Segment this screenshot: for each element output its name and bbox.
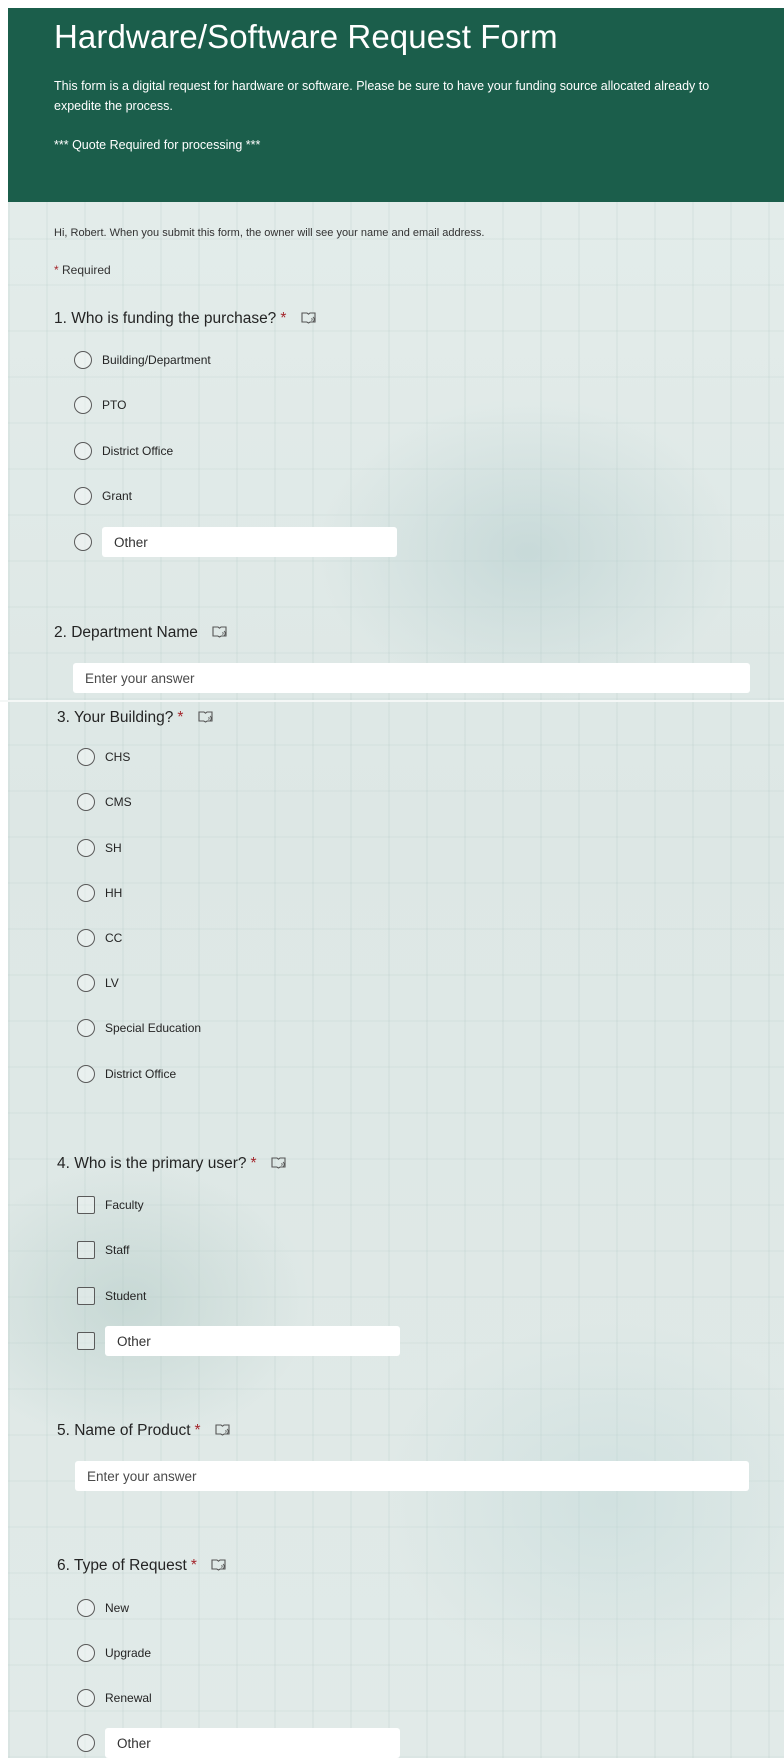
option-label: Building/Department bbox=[102, 353, 211, 367]
radio-button[interactable] bbox=[77, 839, 95, 857]
radio-button[interactable] bbox=[74, 487, 92, 505]
option-label: SH bbox=[105, 841, 122, 855]
question-5-label: 5. Name of Product bbox=[57, 1422, 191, 1439]
radio-button[interactable] bbox=[77, 929, 95, 947]
option-staff[interactable]: Staff bbox=[77, 1239, 129, 1261]
radio-button[interactable] bbox=[74, 351, 92, 369]
option-label: Grant bbox=[102, 489, 133, 503]
immersive-reader-icon[interactable] bbox=[211, 1558, 226, 1571]
radio-button[interactable] bbox=[77, 748, 95, 766]
option-special-education[interactable]: Special Education bbox=[77, 1017, 201, 1039]
required-star: * bbox=[194, 1422, 201, 1439]
checkbox[interactable] bbox=[77, 1287, 95, 1305]
form-header: Hardware/Software Request Form This form… bbox=[8, 8, 784, 202]
option-label: CHS bbox=[105, 750, 131, 764]
option-other[interactable]: Other bbox=[74, 527, 397, 557]
required-star: * bbox=[280, 310, 287, 327]
form-background bbox=[8, 202, 784, 1758]
option-student[interactable]: Student bbox=[77, 1285, 146, 1307]
required-star: * bbox=[177, 709, 184, 726]
radio-button[interactable] bbox=[74, 533, 92, 551]
option-lv[interactable]: LV bbox=[77, 972, 119, 994]
immersive-reader-icon[interactable] bbox=[301, 311, 316, 324]
option-district-office[interactable]: District Office bbox=[77, 1063, 176, 1085]
quote-note: *** Quote Required for processing *** bbox=[54, 138, 261, 152]
required-star: * bbox=[250, 1155, 257, 1172]
option-label: District Office bbox=[105, 1067, 177, 1081]
option-label: Staff bbox=[105, 1243, 130, 1257]
identity-notice: Hi, Robert. When you submit this form, t… bbox=[54, 227, 485, 239]
required-star: * bbox=[190, 1557, 197, 1574]
immersive-reader-icon[interactable] bbox=[212, 625, 227, 638]
radio-button[interactable] bbox=[77, 1734, 95, 1752]
question-3-title: 3. Your Building? * bbox=[57, 709, 213, 727]
radio-button[interactable] bbox=[74, 442, 92, 460]
option-upgrade[interactable]: Upgrade bbox=[77, 1642, 151, 1664]
option-new[interactable]: New bbox=[77, 1597, 129, 1619]
option-chs[interactable]: CHS bbox=[77, 746, 130, 768]
checkbox[interactable] bbox=[77, 1332, 95, 1350]
radio-button[interactable] bbox=[77, 884, 95, 902]
question-4-title: 4. Who is the primary user? * bbox=[57, 1155, 286, 1173]
option-label: Special Education bbox=[105, 1021, 202, 1035]
option-sh[interactable]: SH bbox=[77, 837, 122, 859]
option-label: Upgrade bbox=[105, 1646, 152, 1660]
option-renewal[interactable]: Renewal bbox=[77, 1687, 152, 1709]
question-1-label: 1. Who is funding the purchase? bbox=[54, 310, 277, 327]
option-label: Faculty bbox=[105, 1198, 144, 1212]
question-3-label: 3. Your Building? bbox=[57, 709, 174, 726]
option-label: PTO bbox=[102, 398, 127, 412]
option-label: District Office bbox=[102, 444, 174, 458]
other-input[interactable]: Other bbox=[102, 527, 397, 557]
option-label: New bbox=[105, 1601, 130, 1615]
option-label: HH bbox=[105, 886, 123, 900]
option-label: Student bbox=[105, 1289, 147, 1303]
option-cms[interactable]: CMS bbox=[77, 791, 132, 813]
question-5-title: 5. Name of Product * bbox=[57, 1422, 230, 1440]
immersive-reader-icon[interactable] bbox=[198, 710, 213, 723]
radio-button[interactable] bbox=[77, 1599, 95, 1617]
option-label: CC bbox=[105, 931, 123, 945]
option-label: LV bbox=[105, 976, 119, 990]
question-6-label: 6. Type of Request bbox=[57, 1557, 187, 1574]
form-description: This form is a digital request for hardw… bbox=[54, 79, 710, 113]
option-other[interactable]: Other bbox=[77, 1326, 400, 1356]
option-pto[interactable]: PTO bbox=[74, 394, 126, 416]
radio-button[interactable] bbox=[77, 1689, 95, 1707]
department-name-input[interactable]: Enter your answer bbox=[73, 663, 750, 693]
question-4-label: 4. Who is the primary user? bbox=[57, 1155, 247, 1172]
checkbox[interactable] bbox=[77, 1196, 95, 1214]
option-cc[interactable]: CC bbox=[77, 927, 122, 949]
product-name-input[interactable]: Enter your answer bbox=[75, 1461, 749, 1491]
option-grant[interactable]: Grant bbox=[74, 485, 132, 507]
radio-button[interactable] bbox=[74, 396, 92, 414]
question-2-label: 2. Department Name bbox=[54, 624, 198, 641]
option-label: CMS bbox=[105, 795, 132, 809]
option-building-department[interactable]: Building/Department bbox=[74, 349, 211, 371]
radio-button[interactable] bbox=[77, 1644, 95, 1662]
form-title: Hardware/Software Request Form bbox=[54, 18, 558, 55]
option-hh[interactable]: HH bbox=[77, 882, 122, 904]
radio-button[interactable] bbox=[77, 1065, 95, 1083]
immersive-reader-icon[interactable] bbox=[215, 1423, 230, 1436]
other-input[interactable]: Other bbox=[105, 1326, 400, 1356]
checkbox[interactable] bbox=[77, 1241, 95, 1259]
option-faculty[interactable]: Faculty bbox=[77, 1194, 144, 1216]
required-star: * bbox=[54, 263, 59, 277]
option-district-office[interactable]: District Office bbox=[74, 440, 173, 462]
required-note: * Required bbox=[54, 263, 111, 277]
radio-button[interactable] bbox=[77, 974, 95, 992]
question-1-title: 1. Who is funding the purchase? * bbox=[54, 310, 316, 328]
question-2-title: 2. Department Name bbox=[54, 624, 227, 642]
other-input[interactable]: Other bbox=[105, 1728, 400, 1758]
option-other[interactable]: Other bbox=[77, 1728, 400, 1758]
radio-button[interactable] bbox=[77, 1019, 95, 1037]
question-6-title: 6. Type of Request * bbox=[57, 1557, 226, 1575]
option-label: Renewal bbox=[105, 1691, 152, 1705]
radio-button[interactable] bbox=[77, 793, 95, 811]
required-text: Required bbox=[62, 263, 111, 277]
immersive-reader-icon[interactable] bbox=[271, 1156, 286, 1169]
screenshot-seam bbox=[0, 700, 784, 702]
